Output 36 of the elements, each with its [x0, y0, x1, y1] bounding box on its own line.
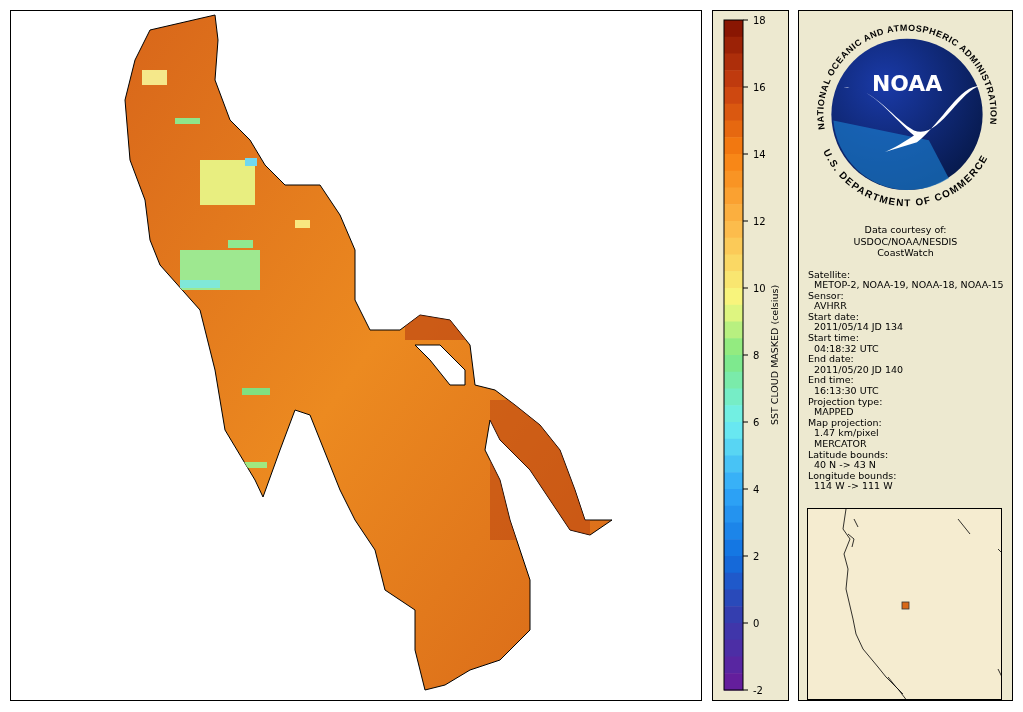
field-label: Sensor:	[808, 290, 845, 302]
field-label: Start time:	[808, 333, 860, 344]
scale-tick-label: 0	[753, 617, 760, 629]
field-value: MERCATOR	[813, 439, 868, 450]
field-label: Projection type:	[808, 396, 884, 408]
field-value: AVHRR	[813, 301, 848, 312]
field-label: Longitude bounds:	[808, 470, 898, 482]
field-value: 04:18:32 UTC	[813, 343, 880, 355]
scale-tick-label: -2	[753, 684, 763, 696]
field-value: 40 N -> 43 N	[813, 460, 877, 471]
scale-tick-label: 16	[753, 81, 766, 93]
scale-tick-label: 10	[753, 282, 766, 294]
field-value: MAPPED	[814, 407, 854, 418]
scale-tick-label: 12	[753, 215, 766, 227]
credit-line: USDOC/NOAA/NESDIS	[852, 235, 959, 247]
field-value: 16:13:30 UTC	[813, 386, 880, 397]
field-label: End date:	[808, 354, 855, 365]
field-value: 2011/05/20 JD 140	[813, 364, 905, 376]
field-value: 114 W -> 111 W	[814, 481, 894, 492]
field-value: 2011/05/14 JD 134	[813, 322, 905, 334]
field-label: End time:	[808, 375, 855, 387]
credit-line: Data courtesy of:	[863, 224, 948, 236]
scale-tick-label: 18	[753, 14, 766, 26]
scale-tick-label: 4	[753, 483, 760, 495]
scale-tick-label: 14	[753, 148, 766, 160]
credit-line: CoastWatch	[876, 247, 935, 259]
scale-tick-label: 2	[753, 550, 760, 562]
field-label: Satellite:	[808, 269, 852, 281]
field-label: Map projection:	[808, 417, 883, 429]
field-value: METOP-2, NOAA-19, NOAA-18, NOAA-15	[813, 280, 1005, 291]
scale-tick-label: 8	[753, 349, 760, 361]
field-label: Start date:	[808, 311, 860, 323]
scale-tick-label: 6	[753, 416, 760, 428]
field-value: 1.47 km/pixel	[814, 428, 879, 439]
scale-title: SST CLOUD MASKED (celsius)	[769, 284, 780, 426]
field-label: Latitude bounds:	[808, 449, 890, 461]
